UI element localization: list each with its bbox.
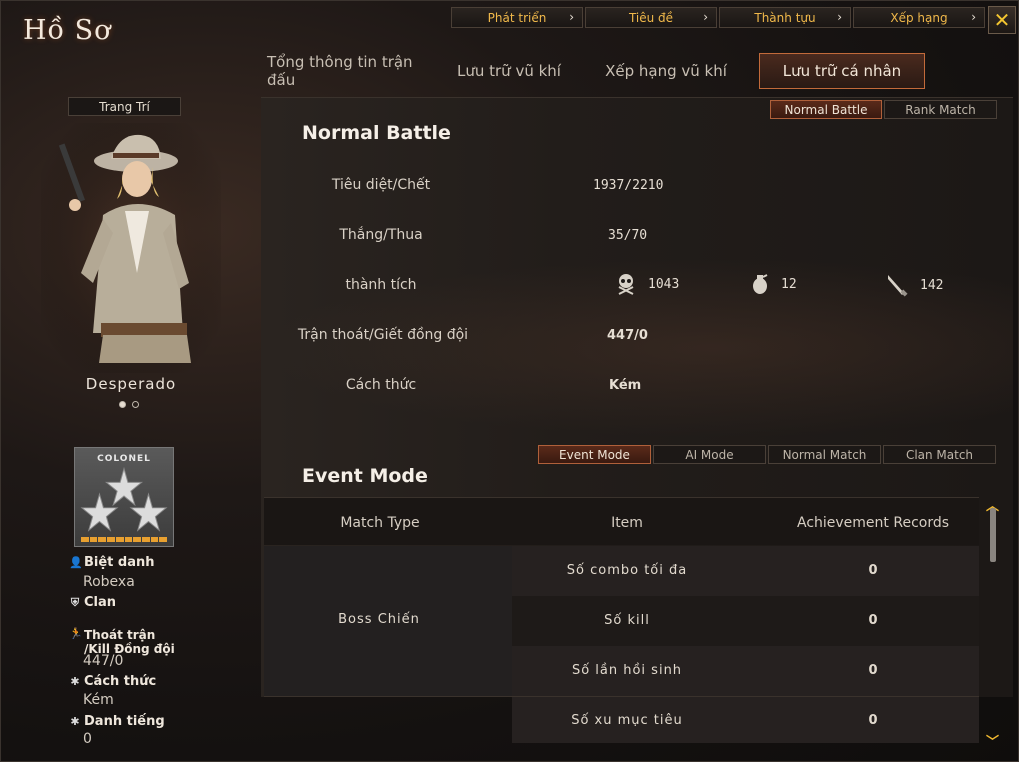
- kd-label: Tiêu diệt/Chết: [331, 177, 431, 193]
- wl-label: Thắng/Thua: [339, 227, 423, 243]
- nickname-label: Biệt danh: [84, 555, 155, 570]
- user-icon: 👤: [69, 555, 83, 569]
- scrollbar-thumb[interactable]: [990, 508, 996, 562]
- pager-dot-active[interactable]: [119, 401, 126, 408]
- chevron-right-icon: ›: [569, 10, 574, 24]
- col-match-type: Match Type: [340, 515, 420, 531]
- kd-value: 1937/2210: [593, 178, 664, 193]
- character-pager: [119, 401, 139, 408]
- skull-icon: [618, 274, 634, 295]
- decoration-button[interactable]: Trang Trí: [68, 97, 181, 116]
- knife-icon: [888, 275, 908, 297]
- clan-shield-icon: ⛨: [70, 595, 80, 609]
- row-record-value: 0: [868, 663, 878, 678]
- nav-development-button[interactable]: Phát triển ›: [451, 7, 583, 28]
- row-item-label: Số kill: [604, 613, 650, 628]
- running-icon: 🏃: [69, 627, 83, 640]
- tab-normal-match[interactable]: Normal Match: [768, 445, 881, 464]
- chevron-right-icon: ›: [703, 10, 708, 24]
- nav-label: Xếp hạng: [890, 10, 948, 25]
- col-item: Item: [611, 515, 643, 531]
- clan-label: Clan: [84, 595, 117, 610]
- escape-label-row: 🏃 Thoát trận/Kill Đồng đội: [69, 627, 175, 657]
- chevron-right-icon: ›: [837, 10, 842, 24]
- chevron-right-icon: ›: [971, 10, 976, 24]
- fame-label: Danh tiếng: [84, 714, 165, 729]
- fame-value: 0: [83, 731, 92, 747]
- escape-value: 447/0: [83, 653, 124, 669]
- style-label: Cách thức: [84, 674, 157, 689]
- nickname-value: Robexa: [83, 574, 135, 590]
- row-item-label: Số xu mục tiêu: [571, 713, 683, 728]
- tab-clan-match[interactable]: Clan Match: [883, 445, 996, 464]
- window-title: Hồ Sơ: [23, 15, 112, 46]
- skull-count: 1043: [648, 276, 680, 292]
- rank-stars-icon: [80, 466, 168, 532]
- tab-personal-archive[interactable]: Lưu trữ cá nhân: [759, 53, 925, 89]
- character-name: Desperado: [85, 375, 177, 393]
- rank-name: COLONEL: [97, 454, 151, 464]
- row-item-label: Số combo tối đa: [566, 563, 688, 578]
- style-stat-value: Kém: [609, 378, 642, 393]
- character-portrait: [41, 123, 221, 373]
- style-value: Kém: [83, 692, 114, 708]
- tab-weapon-ranking[interactable]: Xếp hạng vũ khí: [573, 53, 759, 89]
- nav-label: Thành tựu: [754, 10, 816, 25]
- row-item-label: Số lần hồi sinh: [571, 663, 683, 678]
- wl-value: 35/70: [608, 228, 648, 243]
- escape-stat-value: 447/0: [607, 328, 648, 343]
- nav-label: Phát triển: [487, 10, 547, 25]
- nav-ranking-button[interactable]: Xếp hạng ›: [853, 7, 985, 28]
- event-mode-title: Event Mode: [302, 465, 428, 487]
- row-record-value: 0: [868, 563, 878, 578]
- event-table-header: Match Type Item Achievement Records: [264, 497, 979, 545]
- grenade-achievement: 12: [751, 273, 797, 295]
- achievement-label: thành tích: [345, 277, 417, 293]
- nav-label: Tiêu đề: [628, 10, 674, 25]
- scroll-down-icon[interactable]: ﹀: [986, 731, 999, 750]
- gear-icon: ✱: [70, 674, 80, 688]
- tab-event-mode[interactable]: Event Mode: [538, 445, 651, 464]
- nav-achievement-button[interactable]: Thành tựu ›: [719, 7, 851, 28]
- knife-count: 142: [920, 277, 944, 293]
- knife-achievement: 142: [886, 273, 943, 297]
- fame-label-row: ✱ Danh tiếng: [69, 714, 165, 729]
- grenade-icon: [753, 274, 768, 294]
- tab-ai-mode[interactable]: AI Mode: [653, 445, 766, 464]
- event-mode-tabs: Event Mode AI Mode Normal Match Clan Mat…: [538, 445, 996, 464]
- escape-stat-label: Trận thoát/Giết đồng đội: [297, 327, 469, 343]
- rank-match-button[interactable]: Rank Match: [884, 100, 997, 119]
- tab-weapon-archive[interactable]: Lưu trữ vũ khí: [445, 53, 573, 89]
- nav-title-button[interactable]: Tiêu đề ›: [585, 7, 717, 28]
- row-record-value: 0: [868, 613, 878, 628]
- star-icon: ✱: [70, 714, 80, 728]
- grenade-count: 12: [781, 276, 797, 292]
- profile-window: Hồ Sơ Phát triển › Tiêu đề › Thành tựu › Xế…: [0, 0, 1019, 762]
- rank-badge: COLONEL: [74, 447, 174, 547]
- style-label-row: ✱ Cách thức: [69, 674, 156, 689]
- row-record-value: 0: [868, 713, 878, 728]
- match-type-value: Boss Chiến: [338, 612, 420, 627]
- normal-battle-button[interactable]: Normal Battle: [770, 100, 882, 119]
- skull-achievement: 1043: [616, 273, 679, 295]
- close-icon: ✕: [993, 8, 1011, 32]
- style-stat-label: Cách thức: [345, 377, 417, 393]
- pager-dot[interactable]: [132, 401, 139, 408]
- top-nav: Phát triển › Tiêu đề › Thành tựu › Xếp hạng…: [451, 7, 985, 28]
- rank-progress-bar: [81, 537, 168, 542]
- escape-label: Thoát trận/Kill Đồng đội: [84, 628, 175, 656]
- col-achievement-records: Achievement Records: [796, 515, 950, 531]
- main-tabs: Tổng thông tin trận đấu Lưu trữ vũ khí X…: [259, 53, 925, 89]
- normal-battle-title: Normal Battle: [302, 122, 451, 144]
- nickname-label-row: 👤 Biệt danh: [69, 555, 155, 570]
- clan-label-row: ⛨ Clan: [69, 595, 116, 610]
- close-button[interactable]: ✕: [988, 6, 1016, 34]
- tab-match-summary[interactable]: Tổng thông tin trận đấu: [259, 53, 445, 89]
- battle-mode-toggle: Normal Battle Rank Match: [770, 100, 997, 119]
